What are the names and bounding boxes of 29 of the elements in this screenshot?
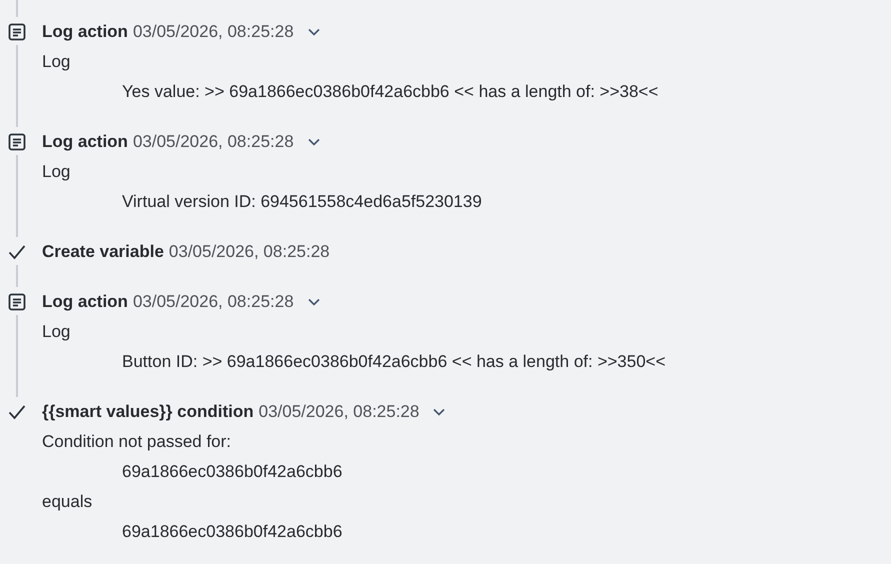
chevron-down-icon[interactable] (308, 138, 320, 146)
timestamp: 03/05/2026, 08:25:28 (258, 402, 420, 422)
log-value: Virtual version ID: 694561558c4ed6a5f5230139 (122, 192, 482, 212)
entry-title: Log action (42, 292, 128, 312)
log-label: Condition not passed for: (42, 432, 232, 452)
timestamp: 03/05/2026, 08:25:28 (132, 292, 294, 312)
document-icon (8, 133, 26, 151)
log-value: 69a1866ec0386b0f42a6cbb6 (122, 522, 342, 542)
checkmark-icon (8, 243, 26, 261)
log-value: Button ID: >> 69a1866ec0386b0f42a6cbb6 << has a length of: >>350<< (122, 352, 666, 372)
timestamp: 03/05/2026, 08:25:28 (132, 22, 294, 42)
timestamp: 03/05/2026, 08:25:28 (132, 132, 294, 152)
log-label: Log (42, 322, 70, 342)
log-value: 69a1866ec0386b0f42a6cbb6 (122, 462, 342, 482)
log-label: equals (42, 492, 92, 512)
entry-title: Log action (42, 22, 128, 42)
document-icon (8, 23, 26, 41)
log-value: Yes value: >> 69a1866ec0386b0f42a6cbb6 << has a length of: >>38<< (122, 82, 658, 102)
log-label: Log (42, 162, 70, 182)
entry-title: {{smart values}} condition (42, 402, 254, 422)
log-label: Log (42, 52, 70, 72)
entry-title: Log action (42, 132, 128, 152)
chevron-down-icon[interactable] (433, 408, 446, 416)
checkmark-icon (8, 403, 26, 421)
chevron-down-icon[interactable] (308, 298, 320, 306)
entry-title: Create variable (42, 242, 164, 262)
chevron-down-icon[interactable] (308, 28, 320, 36)
timestamp: 03/05/2026, 08:25:28 (168, 242, 330, 262)
document-icon (8, 293, 26, 311)
